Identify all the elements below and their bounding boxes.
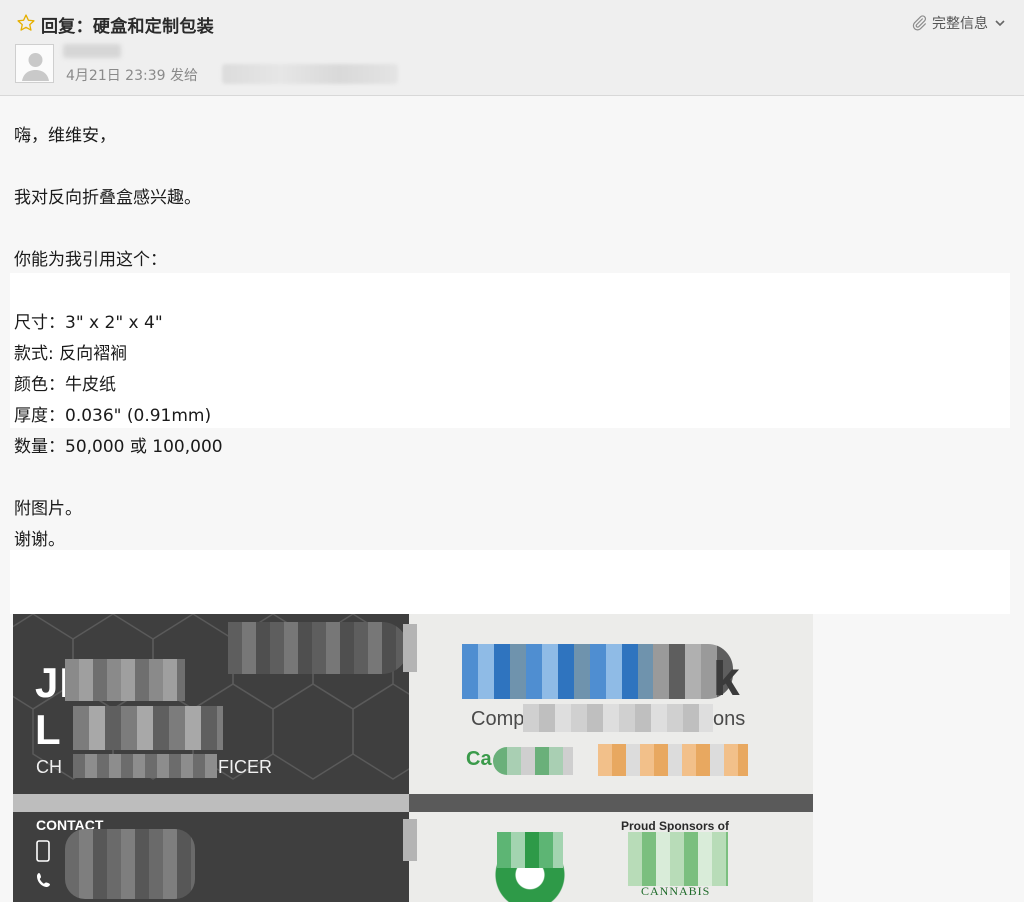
recipient-redacted[interactable] bbox=[222, 64, 398, 84]
cannabis-logo-text: CANNABIS bbox=[641, 884, 711, 898]
full-info-label: 完整信息 bbox=[932, 16, 988, 32]
thanks-text: 谢谢。 bbox=[14, 530, 65, 550]
card-sponsor-panel bbox=[409, 812, 813, 902]
mail-body: 嗨，维维安， 我对反向折叠盒感兴趣。 你能为我引用这个： 尺寸：3" x 2" … bbox=[0, 97, 1024, 902]
redaction-block bbox=[65, 829, 195, 899]
spec-color: 颜色：牛皮纸 bbox=[14, 375, 116, 395]
send-time: 4月21日 23:39 bbox=[66, 68, 166, 84]
cannabis-logo bbox=[628, 832, 728, 886]
card-name-line2: L bbox=[35, 706, 62, 753]
sender-name-redacted bbox=[63, 44, 121, 58]
full-info-button[interactable]: 完整信息 bbox=[910, 13, 1006, 33]
card-divider-dark bbox=[409, 794, 813, 812]
redaction-block bbox=[403, 819, 417, 861]
sent-to-label: 发给 bbox=[169, 68, 198, 84]
spec-thickness: 厚度：0.036" (0.91mm) bbox=[14, 406, 212, 426]
mail-header: 回复：硬盒和定制包装 完整信息 4月21日 23:39 发给 bbox=[0, 0, 1024, 96]
send-meta: 4月21日 23:39 发给 bbox=[66, 65, 198, 85]
redaction-block bbox=[523, 704, 713, 732]
request-text: 你能为我引用这个： bbox=[14, 250, 167, 270]
logo-subtext-start: Comp bbox=[471, 708, 525, 730]
redaction-block bbox=[493, 747, 573, 775]
spec-style: 款式: 反向褶裥 bbox=[14, 344, 128, 364]
redaction-block bbox=[65, 659, 185, 701]
phone-icon bbox=[37, 873, 50, 887]
logo-subtext-end: ons bbox=[713, 708, 746, 730]
attachment-icon bbox=[912, 15, 927, 31]
interest-text: 我对反向折叠盒感兴趣。 bbox=[14, 188, 201, 208]
user-silhouette-icon bbox=[22, 53, 49, 81]
redaction-block bbox=[73, 706, 223, 750]
attached-image[interactable]: JE L CH FICER CONTACT k Comp ons Ca Prou… bbox=[13, 614, 813, 902]
card-title-start: CH bbox=[36, 757, 62, 777]
chevron-down-icon bbox=[995, 20, 1005, 27]
redaction-block bbox=[497, 832, 563, 868]
redaction-block bbox=[598, 744, 748, 776]
greeting-text: 嗨，维维安， bbox=[14, 126, 116, 146]
spacer-block bbox=[10, 550, 1010, 614]
mobile-icon bbox=[36, 840, 50, 862]
mail-subject: 回复：硬盒和定制包装 bbox=[41, 17, 214, 37]
redaction-block bbox=[403, 624, 417, 672]
spec-size: 尺寸：3" x 2" x 4" bbox=[14, 313, 163, 333]
star-icon[interactable] bbox=[16, 13, 36, 33]
sponsors-label: Proud Sponsors of bbox=[621, 819, 729, 833]
attachment-note: 附图片。 bbox=[14, 499, 82, 519]
logo-letter-k: k bbox=[713, 653, 740, 706]
redaction-block bbox=[73, 754, 217, 778]
redaction-block bbox=[228, 622, 408, 674]
card-title-end: FICER bbox=[218, 757, 272, 777]
spec-quantity: 数量：50,000 或 100,000 bbox=[14, 437, 223, 457]
avatar[interactable] bbox=[15, 44, 54, 83]
logo2-text: Ca bbox=[466, 748, 492, 770]
